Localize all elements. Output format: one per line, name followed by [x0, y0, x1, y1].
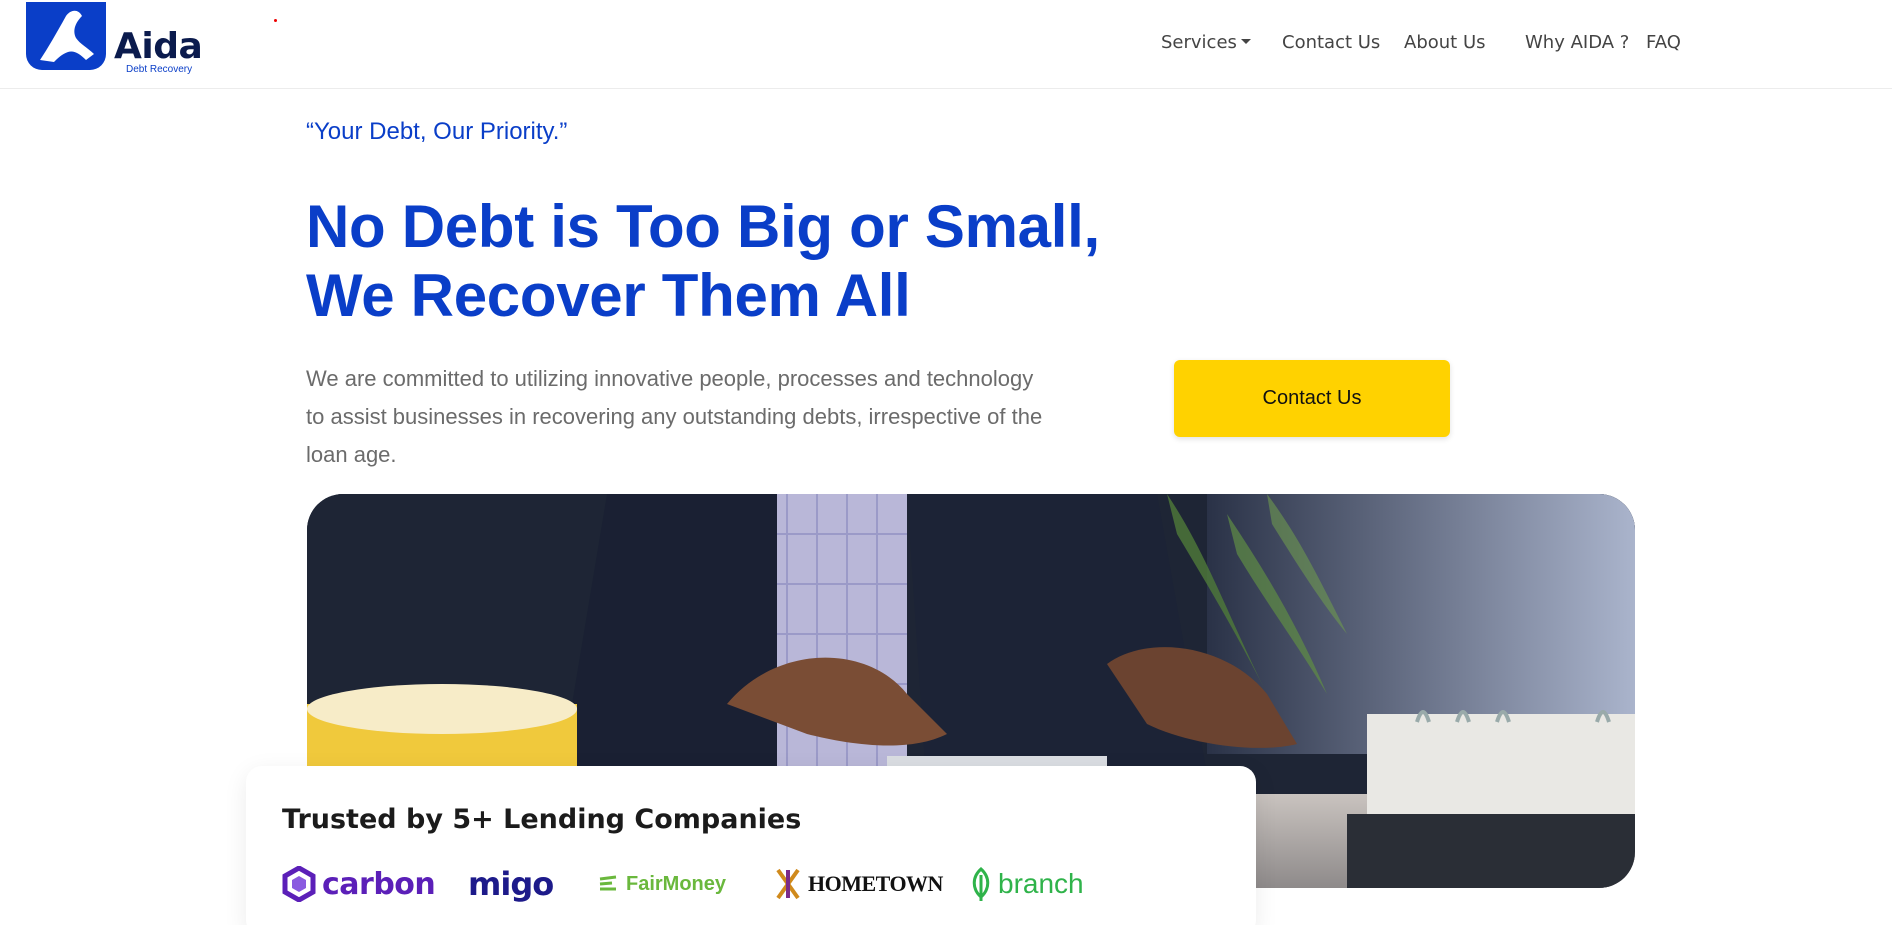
fairmoney-logo-icon	[599, 875, 617, 891]
headline-line-2: We Recover Them All	[306, 262, 911, 329]
caret-down-icon	[1240, 39, 1251, 44]
contact-us-button[interactable]: Contact Us	[1174, 360, 1450, 437]
hero-description: We are committed to utilizing innovative…	[306, 366, 1043, 467]
partner-branch: branch	[970, 862, 1084, 906]
leaf-icon	[972, 867, 990, 901]
nav-about[interactable]: About Us	[1404, 32, 1486, 53]
decorative-dot	[274, 19, 277, 22]
hero-tagline: “Your Debt, Our Priority.”	[306, 118, 568, 145]
hero-headline: No Debt is Too Big or Small, We Recover …	[306, 192, 1126, 330]
partner-hometown: HOMETOWN	[774, 862, 943, 906]
partner-hometown-label: HOMETOWN	[808, 871, 943, 896]
nav-contact[interactable]: Contact Us	[1282, 32, 1380, 53]
partner-fairmoney: FairMoney	[598, 862, 726, 906]
site-header: Aida Debt Recovery Services Contact Us A…	[0, 0, 1892, 89]
partner-carbon-label: carbon	[322, 866, 436, 902]
hometown-logo-icon	[776, 868, 800, 900]
partner-migo-label: migo	[468, 865, 554, 903]
headline-line-1: No Debt is Too Big or Small,	[306, 193, 1100, 260]
partner-branch-label: branch	[998, 868, 1084, 899]
brand-subtitle: Debt Recovery	[126, 64, 193, 75]
trust-title: Trusted by 5+ Lending Companies	[282, 804, 802, 835]
trust-card: Trusted by 5+ Lending Companies carbon m…	[246, 766, 1256, 925]
partner-carbon: carbon	[282, 862, 436, 906]
main-nav: Services Contact Us About Us Why AIDA ? …	[0, 32, 1892, 56]
partner-fairmoney-label: FairMoney	[626, 872, 727, 895]
partner-migo: migo	[468, 862, 554, 906]
carbon-logo-icon	[282, 866, 316, 902]
nav-services[interactable]: Services	[1161, 32, 1251, 53]
nav-faq[interactable]: FAQ	[1646, 32, 1681, 53]
nav-services-label: Services	[1161, 32, 1237, 53]
nav-why-aida[interactable]: Why AIDA ?	[1525, 32, 1629, 53]
